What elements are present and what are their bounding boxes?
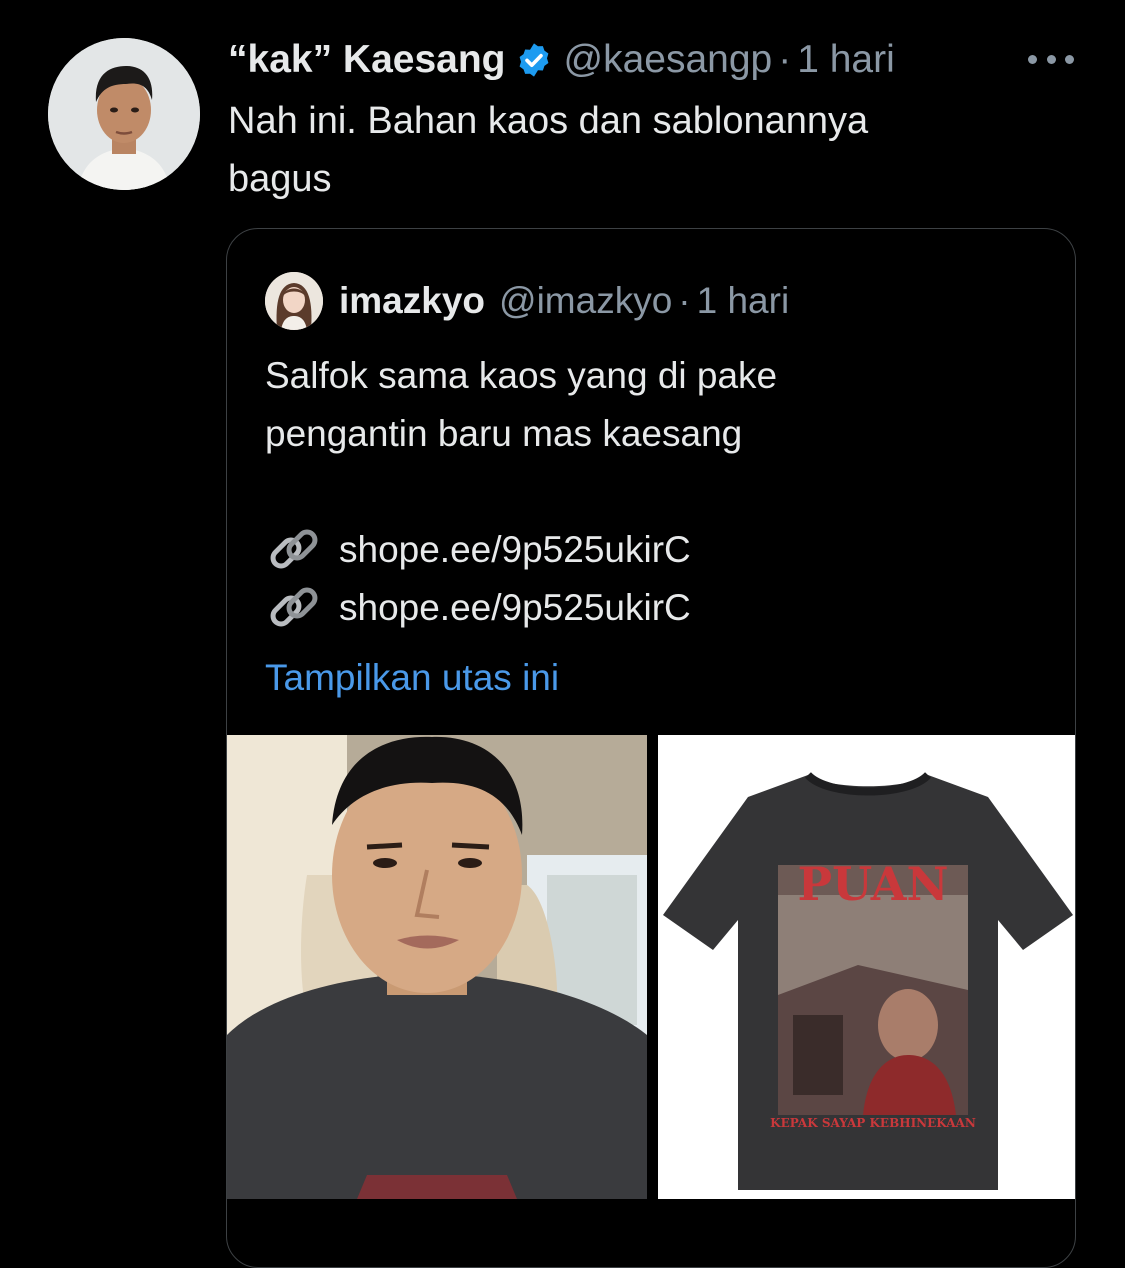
quoted-tweet-text: Salfok sama kaos yang di pake pengantin …	[265, 347, 1045, 637]
quoted-author-display-name[interactable]: imazkyo	[339, 280, 485, 322]
shopee-link[interactable]: shope.ee/9p525ukirC	[339, 521, 691, 579]
header-separator: ·	[778, 38, 792, 81]
quoted-tweet-card[interactable]: imazkyo @imazkyo · 1 hari Salfok sama ka…	[226, 228, 1076, 1268]
tshirt-product-image: PUAN KEPAK SAYAP KEBHINEKAAN	[658, 735, 1075, 1199]
tshirt-product-photo[interactable]: PUAN KEPAK SAYAP KEBHINEKAAN	[658, 735, 1075, 1199]
quoted-text-line: Salfok sama kaos yang di pake	[265, 355, 778, 396]
quoted-text-line: pengantin baru mas kaesang	[265, 413, 743, 454]
quoted-author-handle[interactable]: @imazkyo	[499, 280, 672, 322]
tweet-timestamp[interactable]: 1 hari	[797, 38, 895, 82]
shirt-print-caption: KEPAK SAYAP KEBHINEKAAN	[770, 1116, 976, 1130]
shopee-link[interactable]: shope.ee/9p525ukirC	[339, 579, 691, 637]
tweet-text: Nah ini. Bahan kaos dan sablonannya bagu…	[228, 100, 869, 200]
link-row: shope.ee/9p525ukirC	[265, 579, 1045, 637]
more-dot	[1046, 54, 1056, 64]
link-row: shope.ee/9p525ukirC	[265, 521, 1045, 579]
quoted-tweet-timestamp[interactable]: 1 hari	[697, 280, 790, 322]
link-chain-icon	[270, 587, 318, 627]
author-avatar-image	[48, 38, 200, 190]
show-thread-link[interactable]: Tampilkan utas ini	[265, 649, 559, 707]
quoted-header-separator: ·	[678, 280, 691, 321]
author-handle[interactable]: @kaesangp	[563, 38, 772, 82]
author-avatar[interactable]	[48, 38, 200, 190]
selfie-photo[interactable]	[227, 735, 647, 1199]
quoted-avatar-image	[265, 272, 323, 330]
more-dot	[1065, 54, 1074, 64]
quoted-author-avatar[interactable]	[265, 272, 323, 330]
quoted-tweet-header: imazkyo @imazkyo · 1 hari	[265, 272, 790, 330]
more-dot	[1028, 54, 1037, 64]
shirt-print-title: PUAN	[797, 857, 948, 911]
selfie-photo-image	[227, 735, 647, 1199]
author-display-name[interactable]: “kak” Kaesang	[228, 38, 505, 82]
tweet-header: “kak” Kaesang @kaesangp · 1 hari	[228, 32, 895, 88]
more-options-icon[interactable]	[1028, 44, 1074, 74]
verified-badge-icon	[520, 43, 549, 77]
link-chain-icon	[270, 529, 318, 569]
media-grid: PUAN KEPAK SAYAP KEBHINEKAAN	[227, 735, 1075, 1235]
